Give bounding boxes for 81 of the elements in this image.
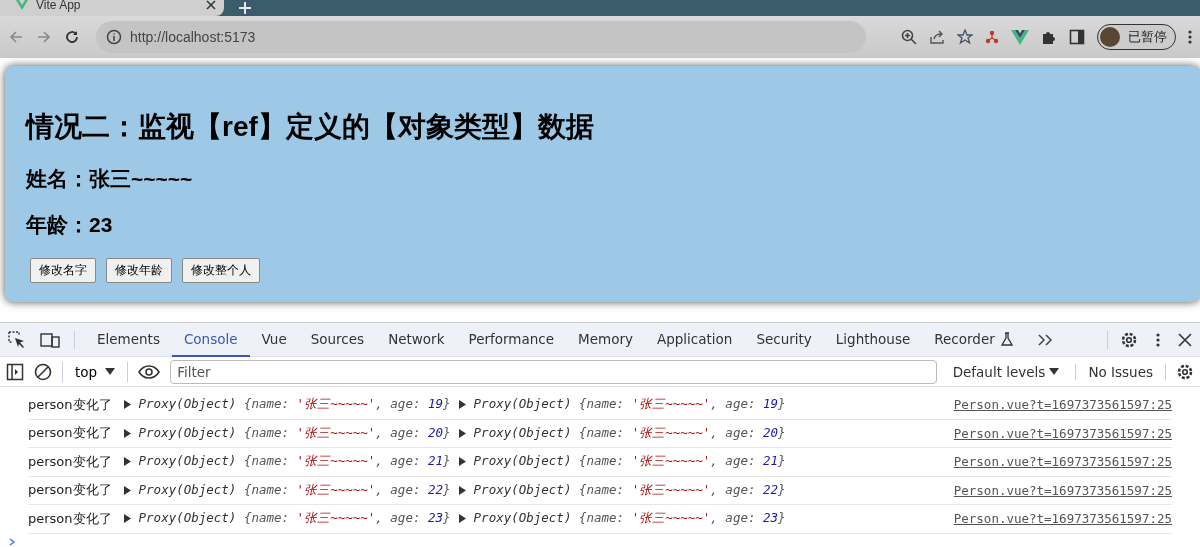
- object-preview[interactable]: Proxy(Object) {name: '张三~~~~~', age: 23}: [138, 510, 451, 528]
- log-message: person变化了: [28, 424, 112, 443]
- info-icon: [106, 29, 122, 45]
- action-button[interactable]: 修改名字: [30, 258, 96, 283]
- side-panel-icon[interactable]: [1069, 29, 1085, 45]
- log-message: person变化了: [28, 509, 112, 528]
- new-tab-icon[interactable]: [238, 1, 252, 15]
- expand-triangle-icon[interactable]: [123, 514, 131, 524]
- log-message: person变化了: [28, 395, 112, 414]
- action-button[interactable]: 修改整个人: [182, 258, 260, 283]
- object-preview[interactable]: Proxy(Object) {name: '张三~~~~~', age: 19}: [473, 396, 786, 414]
- reload-icon[interactable]: [64, 29, 80, 45]
- devtools-tab[interactable]: Sources: [298, 322, 377, 357]
- log-message: person变化了: [28, 452, 112, 471]
- source-link[interactable]: Person.vue?t=1697373561597:25: [953, 482, 1172, 498]
- object-preview[interactable]: Proxy(Object) {name: '张三~~~~~', age: 22}: [138, 481, 451, 499]
- zoom-icon[interactable]: [901, 29, 917, 45]
- object-preview[interactable]: Proxy(Object) {name: '张三~~~~~', age: 22}: [473, 481, 786, 499]
- profile-button[interactable]: 已暂停: [1097, 24, 1176, 50]
- object-preview[interactable]: Proxy(Object) {name: '张三~~~~~', age: 19}: [138, 396, 451, 414]
- flask-icon: [1000, 331, 1013, 346]
- page-title: 情况二：监视【ref】定义的【对象类型】数据: [26, 110, 595, 144]
- settings-icon[interactable]: [1120, 330, 1138, 349]
- devtools-tab[interactable]: Security: [744, 322, 824, 357]
- expand-triangle-icon[interactable]: [458, 485, 466, 495]
- browser-tab[interactable]: Vite App: [0, 0, 224, 16]
- more-menu-icon[interactable]: [1188, 29, 1192, 45]
- devtools-tab[interactable]: Vue: [249, 322, 299, 357]
- filter-field[interactable]: Filter: [170, 359, 937, 384]
- devtools-tab[interactable]: Memory: [566, 322, 645, 357]
- expand-triangle-icon[interactable]: [458, 428, 466, 438]
- object-preview[interactable]: Proxy(Object) {name: '张三~~~~~', age: 21}: [473, 453, 786, 471]
- object-preview[interactable]: Proxy(Object) {name: '张三~~~~~', age: 21}: [138, 453, 451, 471]
- address-bar[interactable]: http://localhost:5173: [96, 21, 866, 53]
- prompt-chevron-icon: [9, 537, 16, 546]
- sidebar-toggle-icon[interactable]: [6, 362, 24, 381]
- object-preview[interactable]: Proxy(Object) {name: '张三~~~~~', age: 20}: [473, 424, 786, 442]
- devtools-tab[interactable]: Performance: [456, 322, 567, 357]
- context-dropdown[interactable]: top: [62, 361, 129, 382]
- expand-triangle-icon[interactable]: [458, 457, 466, 467]
- expand-triangle-icon[interactable]: [123, 400, 131, 410]
- eye-icon[interactable]: [138, 364, 161, 379]
- expand-triangle-icon[interactable]: [123, 457, 131, 467]
- object-preview[interactable]: Proxy(Object) {name: '张三~~~~~', age: 23}: [473, 510, 786, 528]
- source-link[interactable]: Person.vue?t=1697373561597:25: [953, 511, 1172, 527]
- puzzle-icon[interactable]: [1041, 29, 1057, 45]
- more-tabs-icon[interactable]: [1036, 333, 1053, 346]
- dropdown-caret-icon: [1049, 368, 1060, 375]
- source-link[interactable]: Person.vue?t=1697373561597:25: [953, 397, 1172, 413]
- dropdown-caret-icon: [105, 368, 116, 375]
- close-icon[interactable]: [206, 0, 216, 10]
- log-message: person变化了: [28, 481, 112, 500]
- devtools-tab[interactable]: Lighthouse: [823, 322, 923, 357]
- extension-icon[interactable]: [985, 30, 999, 44]
- devtools-tab[interactable]: Console: [171, 322, 250, 357]
- device-toolbar-icon[interactable]: [40, 331, 60, 348]
- source-link[interactable]: Person.vue?t=1697373561597:25: [953, 454, 1172, 470]
- devtools-tab[interactable]: Elements: [85, 322, 172, 357]
- levels-dropdown[interactable]: Default levels: [946, 362, 1066, 381]
- source-link[interactable]: Person.vue?t=1697373561597:25: [953, 425, 1172, 441]
- expand-triangle-icon[interactable]: [123, 428, 131, 438]
- name-line: 姓名：张三~~~~~: [26, 166, 194, 192]
- settings-icon[interactable]: [1176, 362, 1194, 381]
- devtools-tab[interactable]: Recorder: [922, 322, 1025, 357]
- expand-triangle-icon[interactable]: [458, 514, 466, 524]
- expand-triangle-icon[interactable]: [458, 400, 466, 410]
- inspect-element-icon[interactable]: [8, 330, 26, 349]
- clear-console-icon[interactable]: [34, 362, 52, 381]
- devtools-tab[interactable]: Application: [644, 322, 745, 357]
- star-icon[interactable]: [957, 29, 973, 45]
- more-menu-icon[interactable]: [1156, 331, 1160, 348]
- share-icon[interactable]: [929, 29, 945, 45]
- vue-logo-icon: [16, 0, 28, 10]
- close-icon[interactable]: [1178, 332, 1192, 347]
- devtools-tab[interactable]: Network: [376, 322, 457, 357]
- action-button[interactable]: 修改年龄: [106, 258, 172, 283]
- issues-status[interactable]: No Issues: [1075, 363, 1166, 380]
- vue-logo-icon[interactable]: [1011, 29, 1029, 45]
- age-line: 年龄：23: [26, 212, 114, 238]
- expand-triangle-icon[interactable]: [123, 485, 131, 495]
- object-preview[interactable]: Proxy(Object) {name: '张三~~~~~', age: 20}: [138, 424, 451, 442]
